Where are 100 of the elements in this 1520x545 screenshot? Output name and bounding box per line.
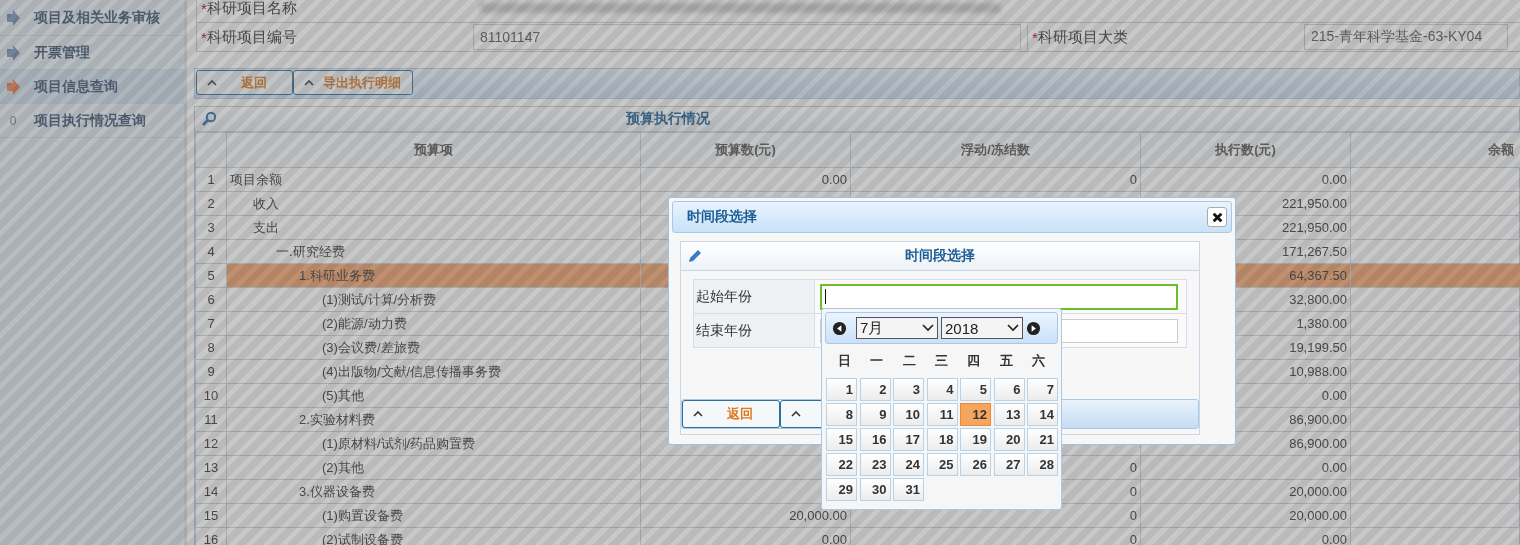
field-label: 结束年份 bbox=[694, 314, 815, 347]
table-cell: 3.仪器设备费 bbox=[226, 479, 641, 504]
calendar-day[interactable]: 2 bbox=[859, 378, 891, 401]
row-number: 13 bbox=[195, 455, 227, 480]
table-cell: 支出 bbox=[226, 215, 641, 240]
field-label: 起始年份 bbox=[694, 280, 815, 313]
row-number: 1 bbox=[195, 167, 227, 192]
row-number: 11 bbox=[195, 407, 227, 432]
count-label: 0 bbox=[8, 113, 18, 128]
calendar-day[interactable]: 23 bbox=[859, 453, 891, 476]
table-cell: 0 bbox=[850, 167, 1141, 192]
calendar-day[interactable]: 10 bbox=[893, 403, 924, 426]
calendar-day[interactable]: 24 bbox=[893, 453, 924, 476]
close-icon bbox=[1211, 211, 1223, 223]
date-field[interactable] bbox=[820, 283, 1178, 310]
calendar-day[interactable]: 8 bbox=[826, 403, 857, 426]
calendar-day[interactable]: 19 bbox=[960, 428, 991, 451]
table-cell: 2.实验材料费 bbox=[226, 407, 641, 432]
row-number: 2 bbox=[195, 191, 227, 216]
table-cell: 0.00 bbox=[1140, 455, 1351, 480]
table-cell: (4)出版物/文献/信息传播事务费 bbox=[226, 359, 641, 384]
calendar-day[interactable]: 3 bbox=[893, 378, 924, 401]
value-field[interactable]: 81101147 bbox=[473, 24, 1021, 50]
calendar-day[interactable]: 14 bbox=[1027, 403, 1058, 426]
calendar-day[interactable]: 12 bbox=[960, 403, 991, 426]
calendar-day[interactable]: 17 bbox=[893, 428, 924, 451]
field-label: 科研项目编号 bbox=[206, 27, 297, 47]
calendar-day[interactable]: 15 bbox=[826, 428, 857, 451]
year-select[interactable]: 2018 bbox=[941, 317, 1023, 339]
calendar-day[interactable]: 26 bbox=[960, 453, 991, 476]
weekday-label: 五 bbox=[998, 352, 1014, 370]
table-cell: 一.研究经费 bbox=[226, 239, 641, 264]
table-cell: (1)原材料/试剂/药品购置费 bbox=[226, 431, 641, 456]
chevron-down-icon bbox=[1007, 324, 1019, 332]
caret-icon bbox=[791, 411, 801, 417]
calendar-day[interactable]: 30 bbox=[859, 478, 891, 501]
calendar-day[interactable]: 20 bbox=[993, 428, 1025, 451]
caret-icon bbox=[693, 411, 703, 417]
search-icon[interactable] bbox=[201, 111, 217, 127]
table-cell: 0.00 bbox=[640, 167, 851, 192]
weekday-label: 四 bbox=[966, 352, 982, 370]
calendar-day[interactable]: 5 bbox=[960, 378, 991, 401]
table-cell: (5)其他 bbox=[226, 383, 641, 408]
calendar-day[interactable]: 1 bbox=[826, 378, 857, 401]
row-number: 5 bbox=[195, 263, 227, 288]
weekday-label: 二 bbox=[901, 352, 917, 370]
table-cell: (1)购置设备费 bbox=[226, 503, 641, 528]
table-cell: 收入 bbox=[226, 191, 641, 216]
table-cell: 项目余额 bbox=[226, 167, 641, 192]
previous-month-button[interactable] bbox=[832, 320, 847, 336]
arrow-icon bbox=[6, 10, 20, 26]
field-label: 科研项目名称 bbox=[206, 0, 297, 18]
calendar-day[interactable]: 7 bbox=[1027, 378, 1058, 401]
weekday-label: 日 bbox=[836, 352, 852, 370]
calendar-day[interactable]: 4 bbox=[926, 378, 958, 401]
calendar-day[interactable]: 25 bbox=[926, 453, 958, 476]
table-cell: (2)能源/动力费 bbox=[226, 311, 641, 336]
value-field[interactable]: 215-青年科学基金-63-KY04 bbox=[1304, 24, 1508, 50]
caret-icon bbox=[207, 79, 217, 86]
table-cell: 1.科研业务费 bbox=[226, 263, 641, 288]
calendar-day[interactable]: 31 bbox=[893, 478, 924, 501]
table-cell: 20,000.00 bbox=[1140, 503, 1351, 528]
row-number: 14 bbox=[195, 479, 227, 504]
column-header: 执行数(元) bbox=[1140, 132, 1351, 168]
column-header: 预算数(元) bbox=[640, 132, 851, 168]
table-cell: 0.00 bbox=[1140, 167, 1351, 192]
calendar-day[interactable]: 16 bbox=[859, 428, 891, 451]
chevron-down-icon bbox=[922, 324, 934, 332]
calendar-day[interactable]: 29 bbox=[826, 478, 857, 501]
next-month-button[interactable] bbox=[1026, 320, 1041, 336]
calendar-day[interactable]: 28 bbox=[1027, 453, 1058, 476]
weekday-label: 一 bbox=[869, 352, 885, 370]
row-number: 3 bbox=[195, 215, 227, 240]
calendar-day[interactable]: 22 bbox=[826, 453, 857, 476]
panel-title: 预算执行情况 bbox=[624, 110, 711, 128]
table-cell: (2)其他 bbox=[226, 455, 641, 480]
arrow-icon bbox=[6, 78, 20, 95]
calendar-day[interactable]: 6 bbox=[993, 378, 1025, 401]
row-number: 9 bbox=[195, 359, 227, 384]
month-select[interactable]: 7月 bbox=[856, 317, 938, 339]
close-button[interactable] bbox=[1207, 207, 1227, 227]
caret-icon bbox=[304, 79, 314, 86]
calendar-day[interactable]: 18 bbox=[926, 428, 958, 451]
row-number: 12 bbox=[195, 431, 227, 456]
field-label: 科研项目大类 bbox=[1037, 27, 1128, 47]
table-cell: (1)测试/计算/分析费 bbox=[226, 287, 641, 312]
table-cell: 20,000.00 bbox=[1140, 479, 1351, 504]
weekday-label: 三 bbox=[933, 352, 949, 370]
row-number: 8 bbox=[195, 335, 227, 360]
calendar-day[interactable]: 21 bbox=[1027, 428, 1058, 451]
calendar-day[interactable]: 11 bbox=[926, 403, 958, 426]
dialog-title: 时间段选择 bbox=[687, 208, 757, 226]
calendar-day[interactable]: 27 bbox=[993, 453, 1025, 476]
required-mark: * bbox=[1032, 28, 1038, 46]
calendar-day[interactable]: 13 bbox=[993, 403, 1025, 426]
required-mark: * bbox=[201, 28, 207, 46]
column-header: 预算项 bbox=[226, 132, 641, 168]
calendar-day[interactable]: 9 bbox=[859, 403, 891, 426]
arrow-icon bbox=[6, 44, 20, 61]
row-number: 15 bbox=[195, 503, 227, 528]
